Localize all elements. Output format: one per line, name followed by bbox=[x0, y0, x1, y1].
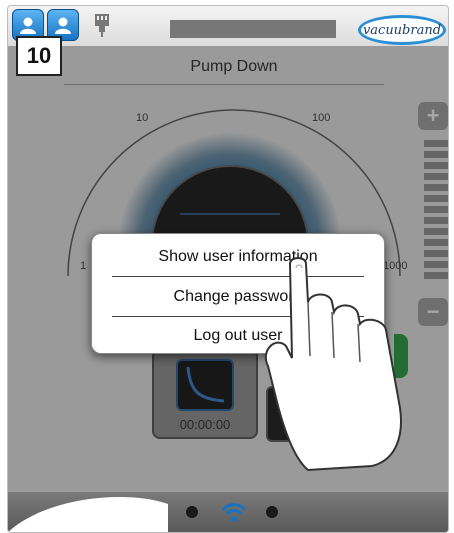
menu-item-log-out-user[interactable]: Log out user bbox=[92, 318, 384, 354]
page-dot[interactable] bbox=[186, 506, 198, 518]
wifi-icon[interactable] bbox=[220, 498, 248, 524]
menu-item-show-user-information[interactable]: Show user information bbox=[92, 239, 384, 275]
page-dot[interactable] bbox=[266, 506, 278, 518]
user-menu-popup: Show user information Change password Lo… bbox=[91, 233, 385, 354]
step-number-badge: 10 bbox=[16, 36, 62, 76]
menu-separator bbox=[112, 316, 364, 317]
menu-item-change-password[interactable]: Change password bbox=[92, 279, 384, 315]
device-screen: vacuubrand Pump Down 10 100 1 1000 + − 0 bbox=[7, 5, 449, 533]
menu-separator bbox=[112, 276, 364, 277]
